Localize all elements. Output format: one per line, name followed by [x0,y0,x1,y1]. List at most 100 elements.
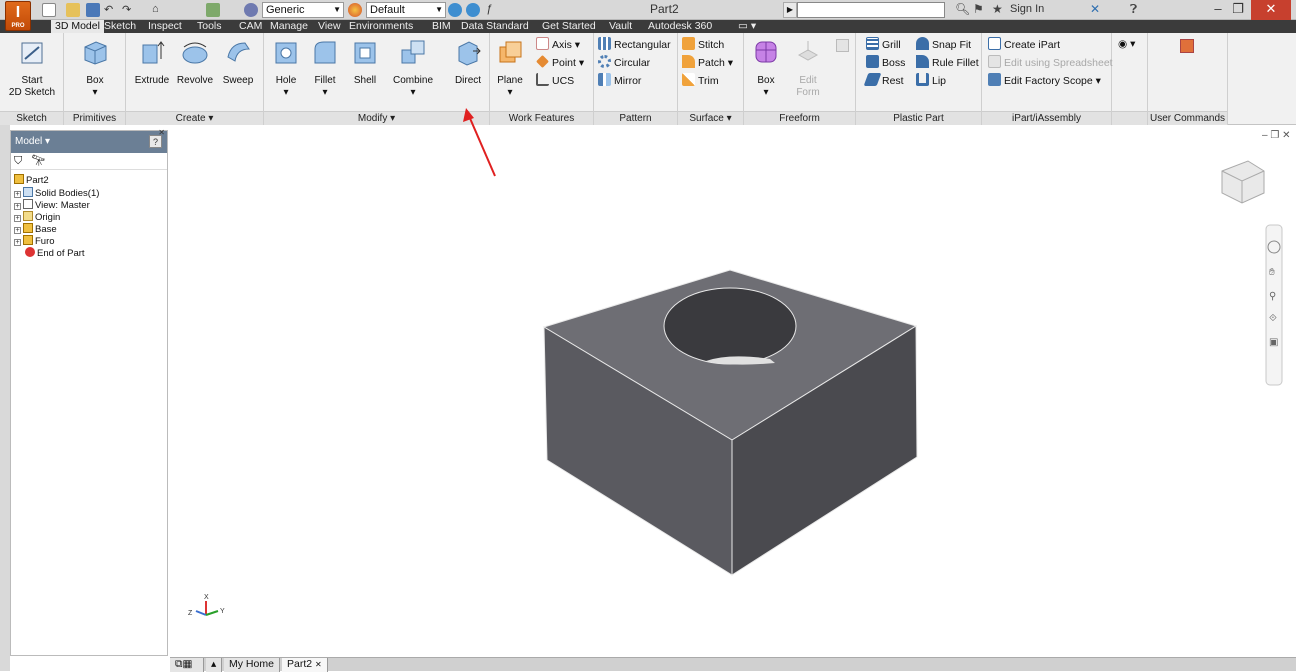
help-icon[interactable]: ❓︎ [1130,2,1137,17]
point-button[interactable]: Point ▾ [536,55,584,70]
tab-sketch[interactable]: Sketch [104,20,136,33]
tree-node-origin[interactable]: + Origin [14,211,60,223]
tab-data-standard[interactable]: Data Standard [461,20,529,33]
browser-help-icon[interactable]: ? [149,135,162,148]
save-icon[interactable] [86,3,100,17]
shell-button[interactable]: Shell [348,37,382,87]
exchange-icon[interactable]: ✕ [1090,2,1100,16]
tab-autodesk-360[interactable]: Autodesk 360 [648,20,712,33]
expand-icon[interactable]: + [14,203,21,210]
revolve-button[interactable]: Revolve [174,37,216,87]
tab-inspect[interactable]: Inspect [148,20,182,33]
app-logo[interactable]: I PRO [5,1,31,31]
tab-view[interactable]: View [318,20,341,33]
start-2d-sketch-button[interactable]: Start 2D Sketch [4,37,60,99]
home-icon[interactable]: ⌂ [152,3,159,17]
tab-manage[interactable]: Manage [270,20,308,33]
graphics-window[interactable]: – ❐ ✕ ✋︎ ⚲ ⟐ ▣ Z Y X [170,127,1296,657]
fillet-button[interactable]: Fillet ▾ [308,37,342,99]
filter-icon[interactable]: ⛉ [14,155,22,167]
hole-button[interactable]: Hole ▾ [270,37,302,99]
tab-my-home[interactable]: My Home [224,658,280,672]
3d-part-model[interactable] [542,269,918,576]
material-dropdown[interactable]: Generic ▼ [262,2,344,18]
tree-node-end-of-part[interactable]: End of Part [25,247,85,259]
expand-icon[interactable]: + [14,215,21,222]
snap-fit-icon [916,37,929,50]
combine-button[interactable]: Combine ▾ [390,37,436,99]
close-tab-icon[interactable]: ✕ [315,660,322,669]
tab-list-icon[interactable]: ▴ [206,658,222,672]
svg-text:▣: ▣ [1269,337,1278,348]
tree-node-base[interactable]: + Base [14,223,57,235]
sign-in-link[interactable]: Sign In [1010,3,1044,15]
tab-part2[interactable]: Part2 ✕ [282,658,328,672]
find-icon[interactable]: 🔭︎ [31,155,45,167]
tree-node-solid-bodies[interactable]: + Solid Bodies(1) [14,187,99,199]
maximize-button[interactable]: ❐ [1224,0,1252,20]
boss-button[interactable]: Boss [866,55,905,70]
clear-icon[interactable] [466,3,480,17]
communication-icon[interactable]: ⚑ [973,2,984,16]
create-ipart-button[interactable]: Create iPart [988,37,1060,52]
select-icon[interactable] [206,3,220,17]
close-button[interactable]: ✕ [1251,0,1291,20]
viewcube-icon[interactable] [1221,160,1265,204]
patch-button[interactable]: Patch ▾ [682,55,733,70]
tab-environments[interactable]: Environments [349,20,413,33]
extra-dropdown[interactable]: ◉ ▾ [1118,37,1135,52]
appearance-dropdown[interactable]: Default ▼ [366,2,446,18]
tab-tools[interactable]: Tools [197,20,222,33]
tree-node-part2[interactable]: Part2 [14,174,49,186]
material-icon[interactable] [244,3,258,17]
adjust-icon[interactable] [448,3,462,17]
favorites-icon[interactable]: ★ [992,2,1003,16]
rule-fillet-button[interactable]: Rule Fillet [916,55,979,70]
tree-node-view-master[interactable]: + View: Master [14,199,90,211]
tab-cam[interactable]: CAM [239,20,262,33]
edit-form-button[interactable]: Edit Form [790,37,826,99]
tab-vault[interactable]: Vault [609,20,632,33]
open-icon[interactable] [66,3,80,17]
box-primitive-button[interactable]: Box ▾ [78,37,112,99]
circular-pattern-button[interactable]: Circular [598,55,650,70]
tile-windows-icon[interactable]: ⧉▦ [170,658,204,672]
appearance-icon[interactable] [348,3,362,17]
edit-factory-scope-button[interactable]: Edit Factory Scope ▾ [988,73,1101,88]
tab-extra-icon[interactable]: ▭ ▾ [738,20,756,33]
extrude-button[interactable]: Extrude [132,37,172,87]
snap-fit-button[interactable]: Snap Fit [916,37,971,52]
tab-bim[interactable]: BIM [432,20,451,33]
rectangular-pattern-button[interactable]: Rectangular [598,37,671,52]
axis-button[interactable]: Axis ▾ [536,37,580,52]
tree-node-furo[interactable]: + Furo [14,235,55,247]
undo-icon[interactable]: ↶ [104,3,113,17]
navigation-bar[interactable]: ✋︎ ⚲ ⟐ ▣ [1265,224,1283,386]
grill-button[interactable]: Grill [866,37,901,52]
help-search-input[interactable] [797,2,945,18]
rest-button[interactable]: Rest [863,73,904,88]
new-icon[interactable] [42,3,56,17]
freeform-box-button[interactable]: Box ▾ [750,37,782,99]
sweep-button[interactable]: Sweep [218,37,258,87]
user-command-icon[interactable] [1180,39,1194,53]
lip-button[interactable]: Lip [916,73,946,88]
search-icon[interactable]: 🔍︎ [955,2,970,16]
ucs-button[interactable]: UCS [536,73,574,88]
edit-spreadsheet-button[interactable]: Edit using Spreadsheet [988,55,1113,70]
tab-get-started[interactable]: Get Started [542,20,596,33]
stitch-button[interactable]: Stitch [682,37,724,52]
expand-icon[interactable]: + [14,191,21,198]
mirror-button[interactable]: Mirror [598,73,641,88]
convert-icon[interactable] [836,39,849,52]
function-icon[interactable]: ƒ [486,3,492,17]
plane-button[interactable]: Plane ▾ [494,37,526,99]
redo-icon[interactable]: ↷ [122,3,131,17]
trim-button[interactable]: Trim [682,73,719,88]
tab-3d-model[interactable]: 3D Model [51,20,104,33]
direct-edit-button[interactable]: Direct [450,37,486,87]
search-expand[interactable]: ▶ [783,2,797,18]
browser-title-dropdown[interactable]: Model ▾ [15,136,50,147]
expand-icon[interactable]: + [14,227,21,234]
expand-icon[interactable]: + [14,239,21,246]
